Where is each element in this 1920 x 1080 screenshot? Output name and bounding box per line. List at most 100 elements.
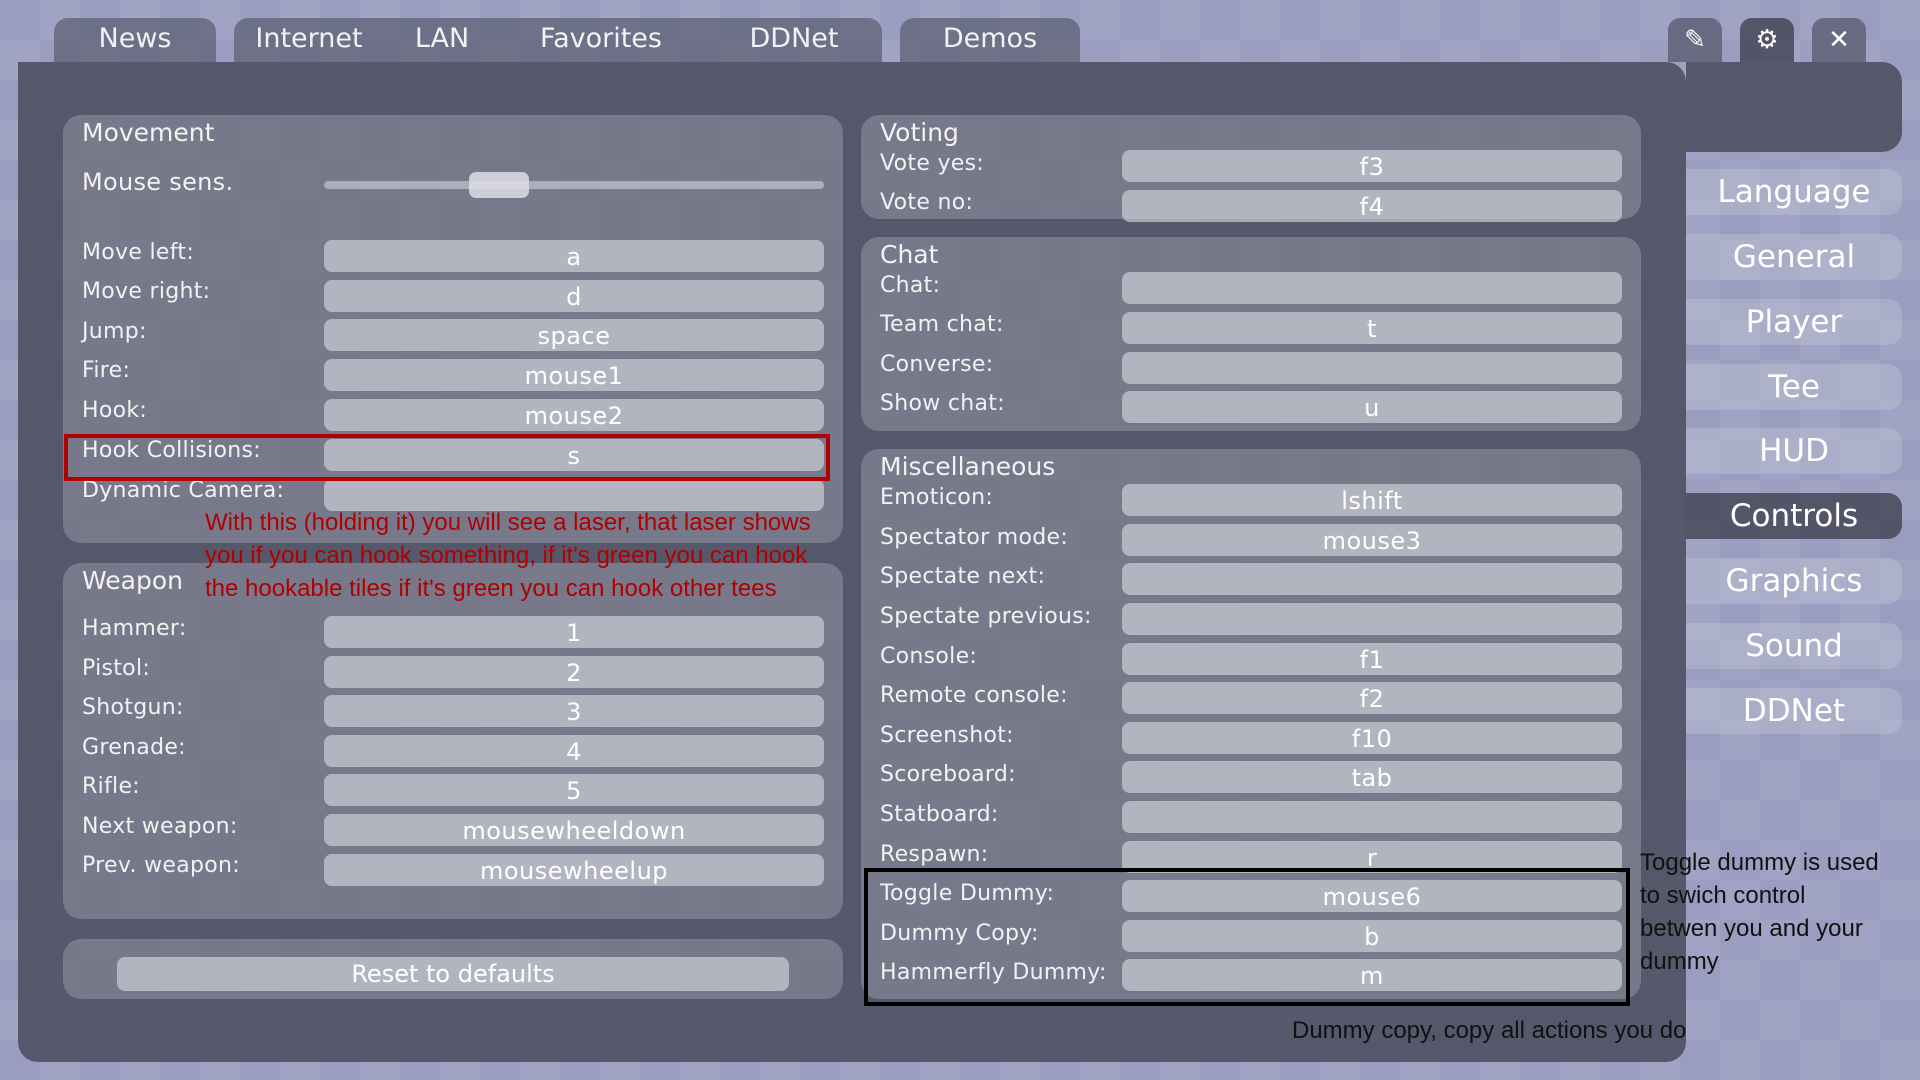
tab-lan[interactable]: LAN	[406, 18, 478, 62]
tab-news[interactable]: News	[54, 18, 216, 62]
next-weapon-label: Next weapon:	[82, 814, 238, 839]
spectate-previous-label: Spectate previous:	[880, 604, 1092, 629]
pistol-label: Pistol:	[82, 656, 151, 681]
hook-note-line-2: you if you can hook something, if it's g…	[205, 542, 808, 569]
gear-icon: ⚙	[1755, 25, 1779, 55]
miscellaneous-title: Miscellaneous	[880, 452, 1056, 481]
tab-demos[interactable]: Demos	[900, 18, 1080, 62]
shotgun-label: Shotgun:	[82, 695, 184, 720]
shotgun-keybind[interactable]: 3	[324, 695, 824, 727]
scoreboard-label: Scoreboard:	[880, 762, 1016, 787]
hammer-label: Hammer:	[82, 616, 187, 641]
hook-note-line-1: With this (holding it) you will see a la…	[205, 509, 811, 536]
dummy-controls-highlight-box	[864, 868, 1630, 1006]
team-chat-keybind[interactable]: t	[1122, 312, 1622, 344]
jump-label: Jump:	[82, 319, 147, 344]
hook-keybind[interactable]: mouse2	[324, 399, 824, 431]
sidebar-item-general[interactable]: General	[1686, 234, 1902, 280]
move-right-label: Move right:	[82, 279, 211, 304]
tab-group-browser: Internet LAN Favorites DDNet	[234, 18, 882, 62]
sidebar-item-tee[interactable]: Tee	[1686, 364, 1902, 410]
sidebar-item-language[interactable]: Language	[1686, 169, 1902, 215]
tab-favorites[interactable]: Favorites	[526, 18, 676, 62]
sidebar-item-graphics[interactable]: Graphics	[1686, 558, 1902, 604]
fire-keybind[interactable]: mouse1	[324, 359, 824, 391]
vote-yes-keybind[interactable]: f3	[1122, 150, 1622, 182]
mouse-sens-slider-thumb[interactable]	[469, 172, 530, 198]
dummy-note-line-4: dummy	[1640, 948, 1719, 975]
sidebar-item-player[interactable]: Player	[1686, 299, 1902, 345]
chat-label: Chat:	[880, 273, 941, 298]
spectator-mode-label: Spectator mode:	[880, 525, 1069, 550]
spectate-next-keybind[interactable]	[1122, 563, 1622, 595]
tab-internet[interactable]: Internet	[244, 18, 374, 62]
remote-console-label: Remote console:	[880, 683, 1068, 708]
mouse-sens-slider[interactable]	[324, 181, 824, 189]
sidebar-item-controls[interactable]: Controls	[1686, 493, 1902, 539]
move-left-keybind[interactable]: a	[324, 240, 824, 272]
spectate-previous-keybind[interactable]	[1122, 603, 1622, 635]
chat-keybind[interactable]	[1122, 272, 1622, 304]
tab-group-news: News	[54, 18, 216, 62]
prev-weapon-keybind[interactable]: mousewheelup	[324, 854, 824, 886]
pistol-keybind[interactable]: 2	[324, 656, 824, 688]
fire-label: Fire:	[82, 358, 131, 383]
tab-ddnet[interactable]: DDNet	[734, 18, 854, 62]
emoticon-keybind[interactable]: lshift	[1122, 484, 1622, 516]
reset-to-defaults-button[interactable]: Reset to defaults	[117, 957, 789, 991]
dummy-note-line-1: Toggle dummy is used	[1640, 849, 1879, 876]
quit-button[interactable]: ✕	[1812, 18, 1866, 62]
editor-button[interactable]: ✎	[1668, 18, 1722, 62]
grenade-label: Grenade:	[82, 735, 186, 760]
pencil-icon: ✎	[1684, 25, 1706, 55]
movement-title: Movement	[82, 118, 215, 147]
remote-console-keybind[interactable]: f2	[1122, 682, 1622, 714]
top-menu-bar: News Internet LAN Favorites DDNet Demos …	[0, 0, 1920, 62]
sidebar-top-extension	[1686, 62, 1902, 152]
show-chat-label: Show chat:	[880, 391, 1005, 416]
dummy-copy-note: Dummy copy, copy all actions you do	[1292, 1017, 1687, 1044]
vote-no-keybind[interactable]: f4	[1122, 190, 1622, 222]
sidebar-item-sound[interactable]: Sound	[1686, 623, 1902, 669]
move-left-label: Move left:	[82, 240, 195, 265]
screenshot-label: Screenshot:	[880, 723, 1014, 748]
show-chat-keybind[interactable]: u	[1122, 391, 1622, 423]
team-chat-label: Team chat:	[880, 312, 1004, 337]
statboard-label: Statboard:	[880, 802, 999, 827]
converse-label: Converse:	[880, 352, 994, 377]
next-weapon-keybind[interactable]: mousewheeldown	[324, 814, 824, 846]
prev-weapon-label: Prev. weapon:	[82, 853, 240, 878]
move-right-keybind[interactable]: d	[324, 280, 824, 312]
jump-keybind[interactable]: space	[324, 319, 824, 351]
sidebar-item-hud[interactable]: HUD	[1686, 428, 1902, 474]
rifle-label: Rifle:	[82, 774, 141, 799]
hook-collisions-note: With this (holding it) you will see a la…	[205, 506, 811, 605]
dummy-note-line-2: to swich control	[1640, 882, 1806, 909]
converse-keybind[interactable]	[1122, 352, 1622, 384]
settings-button[interactable]: ⚙	[1740, 18, 1794, 62]
console-keybind[interactable]: f1	[1122, 643, 1622, 675]
grenade-keybind[interactable]: 4	[324, 735, 824, 767]
sidebar-item-ddnet[interactable]: DDNet	[1686, 688, 1902, 734]
console-label: Console:	[880, 644, 978, 669]
dummy-note-line-3: betwen you and your	[1640, 915, 1863, 942]
hook-collisions-highlight-box	[64, 434, 830, 481]
mouse-sens-label: Mouse sens.	[82, 168, 234, 196]
vote-yes-label: Vote yes:	[880, 151, 985, 176]
emoticon-label: Emoticon:	[880, 485, 994, 510]
hook-label: Hook:	[82, 398, 148, 423]
dynamic-camera-label: Dynamic Camera:	[82, 478, 285, 503]
hook-note-line-3: the hookable tiles if it's green you can…	[205, 575, 777, 602]
screenshot-keybind[interactable]: f10	[1122, 722, 1622, 754]
voting-title: Voting	[880, 118, 959, 147]
scoreboard-keybind[interactable]: tab	[1122, 761, 1622, 793]
tab-group-demos: Demos	[900, 18, 1080, 62]
hammer-keybind[interactable]: 1	[324, 616, 824, 648]
statboard-keybind[interactable]	[1122, 801, 1622, 833]
weapon-title: Weapon	[82, 566, 183, 595]
spectator-mode-keybind[interactable]: mouse3	[1122, 524, 1622, 556]
spectate-next-label: Spectate next:	[880, 564, 1046, 589]
chat-title: Chat	[880, 240, 939, 269]
rifle-keybind[interactable]: 5	[324, 774, 824, 806]
respawn-label: Respawn:	[880, 842, 989, 867]
